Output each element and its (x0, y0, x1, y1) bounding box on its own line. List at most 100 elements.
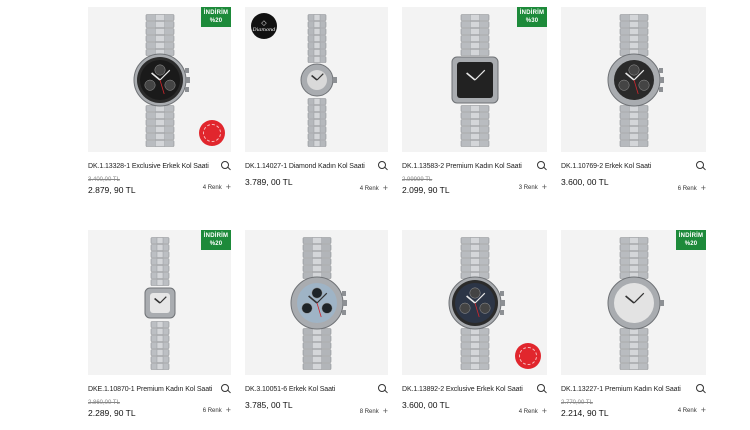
diamond-logo: ◇ Diamond (251, 13, 277, 39)
watch-image (144, 236, 175, 370)
color-options[interactable]: 6 Renk + (203, 406, 231, 415)
price-block: 2.860,00 TL 2.289, 90 TL 6 Renk + (88, 399, 231, 423)
product-title[interactable]: DK.1.10769-2 Erkek Kol Saati (561, 163, 651, 170)
discount-badge: İNDİRİM %30 (517, 7, 547, 27)
promo-stamp-icon (199, 120, 225, 146)
product-image[interactable]: İNDİRİM %20 (88, 7, 231, 152)
plus-icon[interactable]: + (383, 184, 388, 193)
product-card[interactable]: İNDİRİM %20 DK.1.13328-1 Exclusive Erkek K… (88, 7, 231, 201)
product-title[interactable]: DK.1.13328-1 Exclusive Erkek Kol Saati (88, 163, 209, 170)
plus-icon[interactable]: + (542, 183, 547, 192)
watch-image (290, 236, 347, 370)
product-card[interactable]: ◇ Diamond DK.1.14027-1 Diamond Kadın Kol S… (245, 7, 388, 201)
product-info: DK.1.13583-2 Premium Kadın Kol Saati 2.99… (402, 152, 547, 200)
color-options[interactable]: 4 Renk + (203, 183, 231, 192)
product-title-line: DK.1.13892-2 Exclusive Erkek Kol Saati (402, 383, 547, 395)
discount-badge-label: İNDİRİM (203, 10, 229, 16)
search-icon[interactable] (221, 161, 231, 171)
product-info: DK.1.13227-1 Premium Kadın Kol Saati 2.77… (561, 375, 706, 423)
product-title-line: DKE.1.10870-1 Premium Kadın Kol Saati (88, 383, 231, 395)
product-title[interactable]: DKE.1.10870-1 Premium Kadın Kol Saati (88, 386, 212, 393)
product-card[interactable]: İNDİRİM %30 DK.1.13583-2 Premium Kadın Kol… (402, 7, 547, 201)
color-options[interactable]: 4 Renk + (519, 407, 547, 416)
product-image[interactable] (402, 230, 547, 375)
product-title[interactable]: DK.3.10051-6 Erkek Kol Saati (245, 386, 335, 393)
product-image[interactable]: ◇ Diamond (245, 7, 388, 152)
product-image[interactable]: İNDİRİM %20 (561, 230, 706, 375)
color-count: 6 Renk (202, 407, 222, 414)
discount-badge-percent: %20 (209, 18, 223, 24)
product-title[interactable]: DK.1.14027-1 Diamond Kadın Kol Saati (245, 163, 365, 170)
watch-image (451, 13, 498, 147)
discount-badge-percent: %20 (209, 241, 223, 247)
plus-icon[interactable]: + (701, 406, 706, 415)
product-title-line: DK.1.14027-1 Diamond Kadın Kol Saati (245, 160, 388, 172)
watch-image (607, 236, 664, 370)
color-count: 4 Renk (677, 407, 697, 414)
color-count: 4 Renk (359, 185, 379, 192)
product-card[interactable]: DK.3.10051-6 Erkek Kol Saati 3.785, 00 TL… (245, 230, 388, 424)
plus-icon[interactable]: + (226, 183, 231, 192)
product-title-line: DK.1.13583-2 Premium Kadın Kol Saati (402, 160, 547, 172)
search-icon[interactable] (696, 384, 706, 394)
discount-badge-label: İNDİRİM (203, 233, 229, 239)
price-block: 2.99999 TL 2.099, 90 TL 3 Renk + (402, 176, 547, 200)
price-block: 3.785, 00 TL 8 Renk + (245, 400, 388, 424)
promo-stamp-icon (515, 343, 541, 369)
product-title-line: DK.1.10769-2 Erkek Kol Saati (561, 160, 706, 172)
watch-image (607, 13, 664, 147)
product-image[interactable] (561, 7, 706, 152)
product-card[interactable]: İNDİRİM %20 DKE.1.10870-1 Premium Kadın Ko… (88, 230, 231, 424)
product-card[interactable]: DK.1.13892-2 Exclusive Erkek Kol Saati 3.… (402, 230, 547, 424)
plus-icon[interactable]: + (542, 407, 547, 416)
product-info: DK.1.14027-1 Diamond Kadın Kol Saati 3.78… (245, 152, 388, 201)
discount-badge: İNDİRİM %20 (676, 230, 706, 250)
product-title[interactable]: DK.1.13227-1 Premium Kadın Kol Saati (561, 386, 681, 393)
diamond-logo-text: Diamond (252, 26, 276, 33)
search-icon[interactable] (696, 161, 706, 171)
color-options[interactable]: 3 Renk + (519, 183, 547, 192)
plus-icon[interactable]: + (383, 407, 388, 416)
color-options[interactable]: 4 Renk + (360, 184, 388, 193)
price-block: 3.789, 00 TL 4 Renk + (245, 177, 388, 201)
product-info: DK.1.13328-1 Exclusive Erkek Kol Saati 3.… (88, 152, 231, 200)
price-block: 3.600, 00 TL 6 Renk + (561, 177, 706, 201)
discount-badge-label: İNDİRİM (678, 233, 704, 239)
product-title-line: DK.1.13227-1 Premium Kadın Kol Saati (561, 383, 706, 395)
product-info: DK.1.10769-2 Erkek Kol Saati 3.600, 00 TL… (561, 152, 706, 201)
search-icon[interactable] (378, 161, 388, 171)
search-icon[interactable] (221, 384, 231, 394)
discount-badge-percent: %20 (684, 241, 698, 247)
product-title[interactable]: DK.1.13892-2 Exclusive Erkek Kol Saati (402, 386, 523, 393)
color-count: 6 Renk (677, 185, 697, 192)
product-card[interactable]: DK.1.10769-2 Erkek Kol Saati 3.600, 00 TL… (561, 7, 706, 201)
color-count: 3 Renk (518, 184, 538, 191)
product-info: DK.3.10051-6 Erkek Kol Saati 3.785, 00 TL… (245, 375, 388, 424)
product-image[interactable]: İNDİRİM %30 (402, 7, 547, 152)
product-title-line: DK.3.10051-6 Erkek Kol Saati (245, 383, 388, 395)
watch-image (448, 236, 505, 370)
price-block: 3.600, 00 TL 4 Renk + (402, 400, 547, 424)
plus-icon[interactable]: + (226, 406, 231, 415)
product-card[interactable]: İNDİRİM %20 DK.1.13227-1 Premium Kadın Kol… (561, 230, 706, 424)
color-options[interactable]: 6 Renk + (678, 184, 706, 193)
product-info: DKE.1.10870-1 Premium Kadın Kol Saati 2.8… (88, 375, 231, 423)
color-options[interactable]: 4 Renk + (678, 406, 706, 415)
product-image[interactable] (245, 230, 388, 375)
product-info: DK.1.13892-2 Exclusive Erkek Kol Saati 3.… (402, 375, 547, 424)
discount-badge-percent: %30 (525, 18, 539, 24)
product-title[interactable]: DK.1.13583-2 Premium Kadın Kol Saati (402, 163, 522, 170)
search-icon[interactable] (378, 384, 388, 394)
color-count: 4 Renk (518, 408, 538, 415)
color-count: 4 Renk (202, 184, 222, 191)
search-icon[interactable] (537, 384, 547, 394)
search-icon[interactable] (537, 161, 547, 171)
discount-badge-label: İNDİRİM (519, 10, 545, 16)
plus-icon[interactable]: + (701, 184, 706, 193)
diamond-gem-icon: ◇ (261, 18, 267, 27)
product-row: İNDİRİM %20 DK.1.13328-1 Exclusive Erkek K… (88, 7, 706, 201)
watch-image (133, 13, 190, 147)
product-image[interactable]: İNDİRİM %20 (88, 230, 231, 375)
discount-badge: İNDİRİM %20 (201, 7, 231, 27)
color-options[interactable]: 8 Renk + (360, 407, 388, 416)
